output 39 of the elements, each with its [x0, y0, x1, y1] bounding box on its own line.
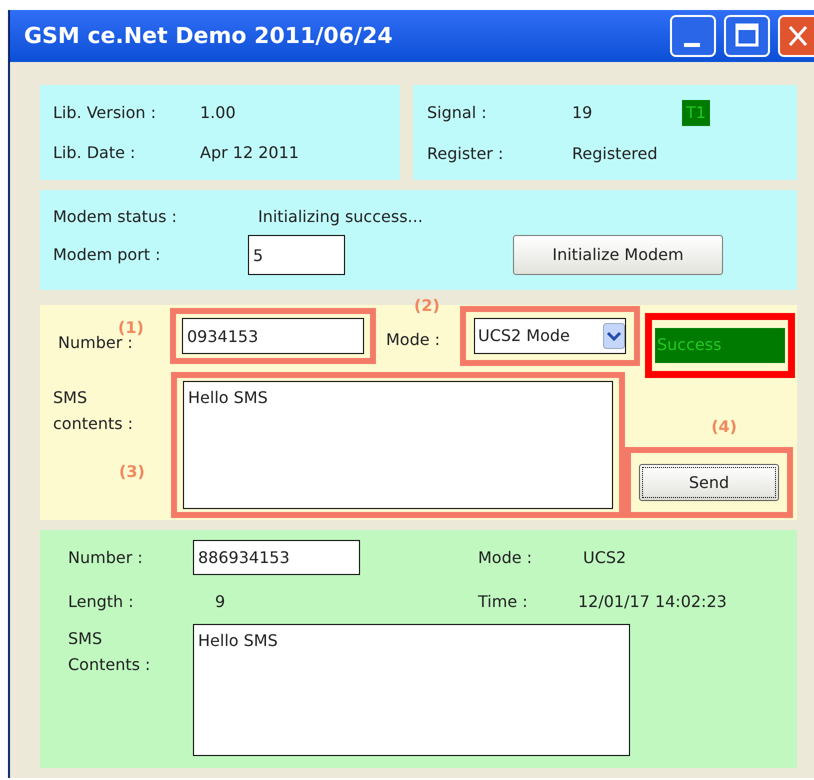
- mode-dropdown[interactable]: UCS2 Mode: [474, 318, 626, 354]
- field-value: Registered: [572, 142, 659, 164]
- number-field[interactable]: 0934153: [182, 318, 364, 354]
- time-value: 12/01/17 14:02:23: [578, 590, 727, 612]
- field-label: Mode :: [478, 546, 534, 568]
- number-field[interactable]: 886934153: [193, 540, 360, 575]
- field-label: SMS Contents :: [68, 628, 152, 676]
- send-button[interactable]: Send: [639, 464, 779, 501]
- field-value: 19: [572, 102, 594, 124]
- message-field[interactable]: Hello SMS: [193, 624, 630, 756]
- field-label: Signal :: [427, 102, 488, 124]
- annotation-label: (2): [414, 295, 440, 317]
- field-label: Mode :: [386, 329, 442, 351]
- field-value: 1.00: [200, 102, 236, 124]
- field-label: Number :: [68, 546, 144, 568]
- length-value: 9: [215, 590, 226, 612]
- field-value: Apr 12 2011: [200, 142, 299, 164]
- minimize-button[interactable]: [670, 15, 716, 57]
- initialize-button[interactable]: Initialize Modem: [513, 235, 723, 275]
- field-label: Register :: [427, 142, 504, 164]
- result-indicator: Success: [655, 328, 785, 362]
- field-label: Modem status :: [53, 206, 178, 228]
- field-label: SMS contents :: [53, 387, 134, 435]
- message-field[interactable]: Hello SMS: [183, 381, 613, 509]
- field-label: Lib. Date :: [53, 142, 136, 164]
- annotation-label: (4): [711, 416, 737, 438]
- field-label: Time :: [478, 590, 529, 612]
- close-button[interactable]: [778, 15, 814, 57]
- annotation-label: (1): [118, 317, 144, 337]
- field-label: Length :: [68, 590, 135, 612]
- field-label: Lib. Version :: [53, 102, 157, 124]
- port-field[interactable]: 5: [248, 235, 345, 275]
- window-title: GSM ce.Net Demo 2011/06/24: [24, 22, 394, 50]
- status-text: Initializing success...: [258, 206, 423, 228]
- annotation-label: (3): [119, 461, 145, 483]
- signal-badge: T1: [682, 100, 710, 126]
- maximize-button[interactable]: [724, 15, 770, 57]
- field-label: Modem port :: [53, 244, 162, 266]
- mode-value: UCS2: [583, 546, 626, 568]
